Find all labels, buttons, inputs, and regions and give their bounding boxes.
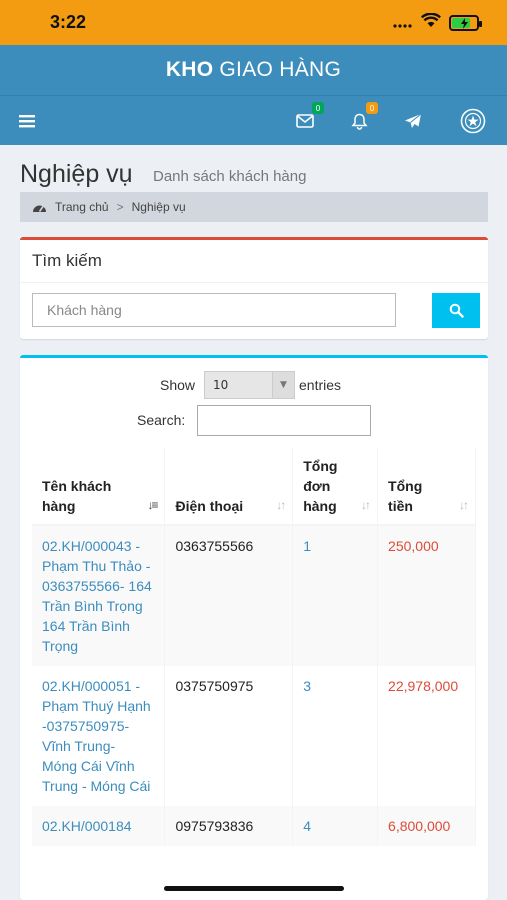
column-header-orders[interactable]: Tổng đơn hàng ↓↑ <box>292 447 379 526</box>
column-header-name-label: Tên khách hàng <box>42 478 112 514</box>
search-icon <box>449 303 464 318</box>
customer-phone: 0363755566 <box>164 525 294 666</box>
table-row: 02.KH/000043 - Phạm Thu Thảo - 036375556… <box>32 525 476 666</box>
sort-icon: ↓↑ <box>276 498 286 512</box>
page-title: Nghiệp vụ <box>20 160 133 188</box>
customer-list-panel: Show 10 ▼ entries Search: Tên khách hàng… <box>20 355 488 900</box>
mail-icon <box>296 114 314 128</box>
table-search-input[interactable] <box>197 405 371 436</box>
entries-select-value: 10 <box>213 378 229 392</box>
page-subtitle: Danh sách khách hàng <box>153 168 307 185</box>
customer-table: Tên khách hàng ↓≡ Điện thoại ↓↑ Tổng đơn… <box>32 447 476 846</box>
wifi-icon <box>420 12 442 32</box>
brand-bold: KHO <box>165 58 214 81</box>
column-header-name[interactable]: Tên khách hàng ↓≡ <box>32 447 166 526</box>
navbar: 0 0 <box>0 95 507 145</box>
total-amount: 250,000 <box>377 525 476 666</box>
messages-badge: 0 <box>312 102 324 114</box>
chevron-down-icon: ▼ <box>272 372 294 398</box>
sort-icon: ↓↑ <box>361 498 371 512</box>
search-button[interactable] <box>432 293 480 328</box>
search-panel-title: Tìm kiếm <box>32 251 102 270</box>
entries-select[interactable]: 10 ▼ <box>204 371 295 399</box>
battery-icon <box>449 14 482 31</box>
hamburger-icon <box>19 115 35 128</box>
order-count-link[interactable]: 1 <box>292 525 379 666</box>
customer-name-link[interactable]: 02.KH/000184 <box>42 816 152 836</box>
notifications-button[interactable]: 0 <box>346 102 378 134</box>
customer-search-input[interactable] <box>32 293 396 327</box>
bell-icon <box>350 113 368 130</box>
home-indicator <box>164 886 344 891</box>
total-amount: 6,800,000 <box>377 806 476 846</box>
column-header-phone-label: Điện thoại <box>175 498 244 514</box>
breadcrumb: Trang chủ > Nghiệp vụ <box>20 192 488 222</box>
user-avatar[interactable] <box>460 108 486 134</box>
messages-button[interactable]: 0 <box>292 102 324 134</box>
total-amount: 22,978,000 <box>377 666 476 806</box>
brand-rest: GIAO HÀNG <box>219 58 342 81</box>
notifications-badge: 0 <box>366 102 378 114</box>
column-header-orders-label: Tổng đơn hàng <box>303 458 338 514</box>
dashboard-icon <box>32 202 47 213</box>
column-header-total-label: Tổng tiền <box>388 478 423 514</box>
breadcrumb-home-link[interactable]: Trang chủ <box>55 200 109 214</box>
status-icons <box>393 12 482 32</box>
status-time: 3:22 <box>50 12 87 32</box>
status-bar: 3:22 <box>0 0 507 45</box>
menu-toggle-button[interactable] <box>14 108 40 134</box>
table-row: 02.KH/000184 0975793836 4 6,800,000 <box>32 806 476 846</box>
sort-icon: ↓↑ <box>459 498 469 512</box>
search-panel: Tìm kiếm <box>20 237 488 339</box>
signal-icon <box>393 13 413 32</box>
search-panel-divider <box>20 282 488 283</box>
entries-label: entries <box>299 377 342 393</box>
column-header-phone[interactable]: Điện thoại ↓↑ <box>164 447 294 526</box>
breadcrumb-current: Nghiệp vụ <box>131 200 186 214</box>
customer-phone: 0975793836 <box>164 806 294 846</box>
send-button[interactable] <box>400 108 426 134</box>
customer-phone: 0375750975 <box>164 666 294 806</box>
table-search-label: Search: <box>137 412 186 428</box>
emblem-icon <box>460 108 486 134</box>
customer-name-link[interactable]: 02.KH/000043 - Phạm Thu Thảo - 036375556… <box>42 536 152 656</box>
app-header: KHO GIAO HÀNG <box>0 45 507 95</box>
show-label: Show <box>160 377 196 393</box>
sort-ascending-icon: ↓≡ <box>147 498 158 512</box>
column-header-total[interactable]: Tổng tiền ↓↑ <box>377 447 476 526</box>
customer-name-link[interactable]: 02.KH/000051 - Phạm Thuý Hạnh -037575097… <box>42 676 152 796</box>
order-count-link[interactable]: 3 <box>292 666 379 806</box>
order-count-link[interactable]: 4 <box>292 806 379 846</box>
paper-plane-icon <box>405 113 422 128</box>
table-row: 02.KH/000051 - Phạm Thuý Hạnh -037575097… <box>32 666 476 806</box>
table-header-row: Tên khách hàng ↓≡ Điện thoại ↓↑ Tổng đơn… <box>32 447 476 526</box>
breadcrumb-separator: > <box>116 200 124 214</box>
